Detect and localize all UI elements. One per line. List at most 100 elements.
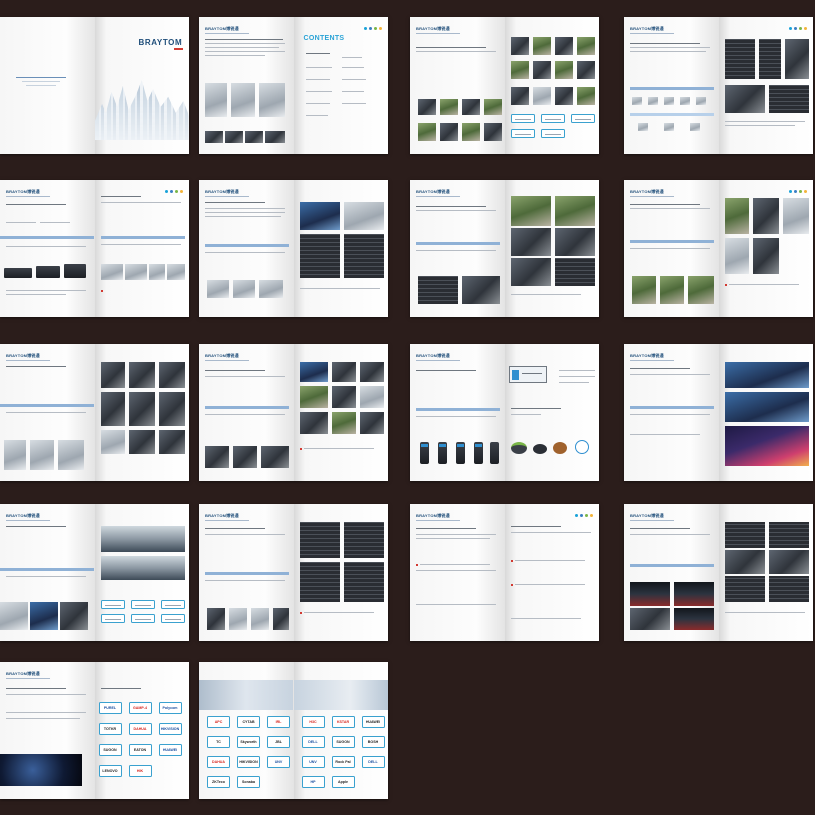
page-left: BRAYTOM博锐通 [624, 504, 719, 641]
photo [229, 608, 247, 630]
text-line [416, 370, 476, 371]
toc-line [341, 57, 362, 58]
text-line [416, 250, 496, 251]
spread-16[interactable]: BRAYTOM博锐通 [624, 504, 813, 641]
accent-dots [789, 190, 807, 193]
info-card [160, 600, 185, 609]
section-band [630, 113, 714, 116]
diagram-node [664, 123, 674, 131]
spread-17[interactable]: BRAYTOM博锐通 PUREL GAMP-4 Polycom TOTKR DA… [0, 662, 189, 799]
spread-5[interactable]: BRAYTOM博锐通 [0, 180, 189, 317]
spread-12[interactable]: BRAYTOM博锐通 [624, 344, 813, 481]
spread-14[interactable]: BRAYTOM博锐通 [199, 504, 388, 641]
device-image [36, 266, 60, 278]
header-brand: BRAYTOM博锐通 [416, 513, 450, 518]
spread-cover[interactable]: BRAYTOM [0, 17, 189, 154]
header-rule [205, 196, 249, 197]
photo [205, 131, 223, 143]
header-brand: BRAYTOM博锐通 [630, 26, 664, 31]
header-brand: BRAYTOM博锐通 [630, 353, 664, 358]
text-line [100, 244, 181, 245]
page-right: PUREL GAMP-4 Polycom TOTKR DAHUA HIKVISI… [94, 662, 189, 799]
text-line [100, 202, 181, 203]
partner-logo: DELL [301, 736, 325, 748]
photo [128, 392, 155, 426]
text-line [630, 368, 690, 369]
spread-10[interactable]: BRAYTOM博锐通 [199, 344, 388, 481]
section-band [630, 240, 714, 243]
partner-logo: HIK [128, 765, 152, 777]
spread-13[interactable]: BRAYTOM博锐通 [0, 504, 189, 641]
text-line [40, 222, 70, 223]
photo [299, 386, 328, 408]
spread-4[interactable]: BRAYTOM博锐通 [624, 17, 813, 154]
photo [4, 440, 26, 470]
header-rule [205, 520, 249, 521]
photo [331, 412, 356, 434]
photo [554, 37, 573, 55]
spread-15[interactable]: BRAYTOM博锐通 [410, 504, 599, 641]
partner-logo: KSTAR [331, 716, 355, 728]
header-brand: BRAYTOM博锐通 [6, 189, 40, 194]
photo [205, 446, 229, 468]
section-band [416, 242, 500, 245]
text-line [416, 528, 476, 529]
device-image [456, 442, 465, 464]
text-line [416, 534, 496, 535]
spread-11[interactable]: BRAYTOM博锐通 [410, 344, 599, 481]
page-right [718, 180, 813, 317]
spread-6[interactable]: BRAYTOM博锐通 [199, 180, 388, 317]
spread-8[interactable]: BRAYTOM博锐通 [624, 180, 813, 317]
photo [207, 608, 225, 630]
photo [265, 131, 285, 143]
diagram-node [638, 123, 648, 131]
spread-3[interactable]: BRAYTOM博锐通 [410, 17, 599, 154]
text-line [205, 208, 285, 209]
spread-partners[interactable]: APC CYTAB IRL TC Skyworth JBL DAHUA HIKV… [199, 662, 388, 799]
photo [418, 123, 436, 141]
text-line [724, 612, 805, 613]
header-brand: BRAYTOM博锐通 [416, 189, 450, 194]
photo [660, 276, 684, 304]
text-line [6, 526, 66, 527]
accent-dots [364, 27, 382, 30]
page-left: BRAYTOM博锐通 [199, 504, 294, 641]
photo [462, 276, 500, 304]
header-rule [630, 33, 674, 34]
photo [273, 608, 289, 630]
photo [532, 87, 551, 105]
spread-9[interactable]: BRAYTOM博锐通 [0, 344, 189, 481]
text-line [514, 560, 585, 561]
text-line [205, 47, 279, 48]
page-right [293, 180, 388, 317]
photo [331, 362, 356, 382]
photo [782, 198, 809, 234]
text-line [510, 532, 591, 533]
partner-logo: Rock Pal [331, 756, 355, 768]
section-band [205, 406, 289, 409]
text-line [6, 246, 86, 247]
device-image [532, 444, 547, 454]
text-line [416, 570, 496, 571]
photo [440, 99, 458, 115]
photo [510, 61, 529, 79]
partner-logo: HIKVISION [158, 723, 182, 735]
text-line [510, 414, 541, 415]
certificate-image [231, 83, 255, 117]
photo [688, 276, 714, 304]
photo [158, 430, 185, 454]
text-line [205, 212, 285, 213]
spread-7[interactable]: BRAYTOM博锐通 [410, 180, 599, 317]
partner-logo: JBL [267, 736, 290, 748]
text-line [6, 712, 86, 713]
photo [724, 550, 765, 574]
text-line [510, 408, 561, 409]
text-line [724, 121, 805, 122]
text-line [510, 294, 581, 295]
toc-line [305, 103, 330, 104]
page-left: BRAYTOM博锐通 [0, 180, 95, 317]
accent-dots [575, 514, 593, 517]
text-line [510, 526, 561, 527]
photo [576, 37, 595, 55]
spread-contents[interactable]: BRAYTOM博锐通 CONTENTS [199, 17, 388, 154]
